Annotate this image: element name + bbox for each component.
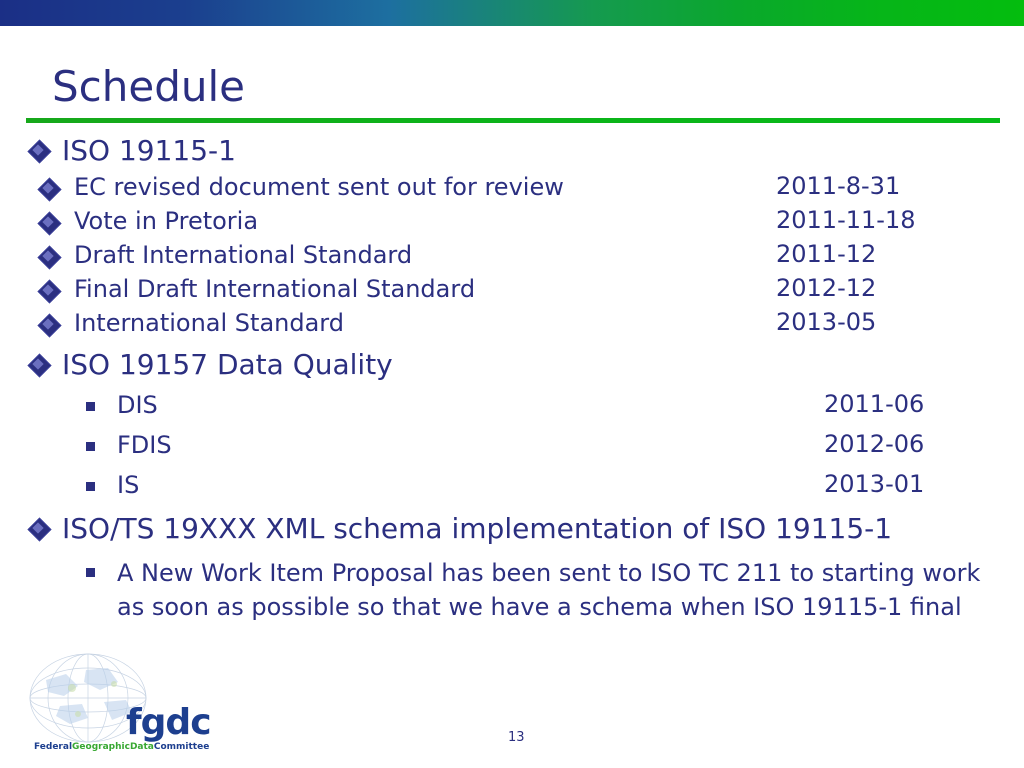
list-item: Final Draft International Standard 2012-… bbox=[37, 274, 1024, 304]
list-item-date: 2012-12 bbox=[776, 274, 877, 302]
diamond-bullet-icon bbox=[27, 139, 52, 164]
list-item-paragraph: A New Work Item Proposal has been sent t… bbox=[117, 559, 981, 621]
fgdc-tagline-federal: Federal bbox=[34, 742, 73, 752]
slide-content: ISO 19115-1 EC revised document sent out… bbox=[0, 130, 1024, 624]
section-heading-iso-19157: ISO 19157 Data Quality bbox=[27, 348, 1024, 382]
list-item: FDIS 2012-06 bbox=[86, 430, 1024, 460]
list-item-label: Vote in Pretoria bbox=[74, 207, 259, 235]
list-item-date: 2011-06 bbox=[824, 390, 925, 418]
diamond-bullet-icon bbox=[37, 279, 62, 304]
list-item-label: Final Draft International Standard bbox=[74, 275, 476, 303]
list-item: Vote in Pretoria 2011-11-18 bbox=[37, 206, 1024, 236]
diamond-bullet-icon bbox=[27, 517, 52, 542]
square-bullet-icon bbox=[86, 568, 95, 577]
list-item-date: 2012-06 bbox=[824, 430, 925, 458]
page-number: 13 bbox=[508, 730, 525, 745]
section-label: ISO 19115-1 bbox=[62, 134, 236, 167]
page-title: Schedule bbox=[52, 62, 245, 111]
section-heading-iso-19115-1: ISO 19115-1 bbox=[27, 134, 1024, 168]
diamond-bullet-icon bbox=[37, 211, 62, 236]
list-item-label: IS bbox=[117, 471, 140, 499]
list-item: DIS 2011-06 bbox=[86, 390, 1024, 420]
list-item-label: FDIS bbox=[117, 431, 172, 459]
diamond-bullet-icon bbox=[27, 353, 52, 378]
list-item-label: EC revised document sent out for review bbox=[74, 173, 564, 201]
list-item: EC revised document sent out for review … bbox=[37, 172, 1024, 202]
fgdc-tagline-geographic: Geographic bbox=[72, 742, 130, 752]
fgdc-wordmark: fgdc bbox=[126, 702, 212, 743]
fgdc-tagline-data: Data bbox=[129, 742, 154, 752]
list-item-date: 2011-11-18 bbox=[776, 206, 916, 234]
section-label: ISO 19157 Data Quality bbox=[62, 348, 393, 381]
fgdc-tagline: FederalGeographicDataCommittee bbox=[34, 742, 209, 752]
square-bullet-icon bbox=[86, 402, 95, 411]
section-heading-iso-ts-19xxx: ISO/TS 19XXX XML schema implementation o… bbox=[27, 512, 1024, 546]
list-item-label: International Standard bbox=[74, 309, 344, 337]
fgdc-tagline-committee: Committee bbox=[153, 742, 210, 752]
list-item: A New Work Item Proposal has been sent t… bbox=[86, 556, 1024, 624]
list-item-date: 2013-05 bbox=[776, 308, 877, 336]
top-color-bar bbox=[0, 0, 1024, 26]
list-item-date: 2013-01 bbox=[824, 470, 925, 498]
list-item: Draft International Standard 2011-12 bbox=[37, 240, 1024, 270]
title-underline-rule bbox=[26, 118, 1000, 123]
list-item-label: Draft International Standard bbox=[74, 241, 413, 269]
diamond-bullet-icon bbox=[37, 245, 62, 270]
square-bullet-icon bbox=[86, 442, 95, 451]
section-label: ISO/TS 19XXX XML schema implementation o… bbox=[62, 512, 893, 545]
top-color-bar-gradient bbox=[0, 0, 1024, 26]
list-item: International Standard 2013-05 bbox=[37, 308, 1024, 338]
diamond-bullet-icon bbox=[37, 177, 62, 202]
fgdc-logo: fgdc FederalGeographicDataCommittee bbox=[18, 650, 212, 760]
list-item: IS 2013-01 bbox=[86, 470, 1024, 500]
list-item-date: 2011-8-31 bbox=[776, 172, 901, 200]
list-item-date: 2011-12 bbox=[776, 240, 877, 268]
square-bullet-icon bbox=[86, 482, 95, 491]
list-item-label: DIS bbox=[117, 391, 158, 419]
diamond-bullet-icon bbox=[37, 313, 62, 338]
